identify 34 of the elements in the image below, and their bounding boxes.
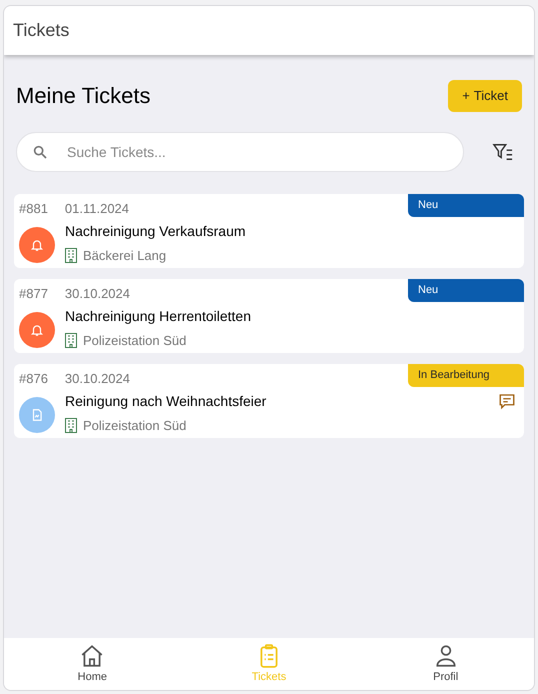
nav-tab[interactable]: Profil (396, 638, 496, 690)
page-heading: Meine Tickets (16, 82, 150, 110)
ticket-date: 01.11.2024 (64, 200, 130, 218)
ticket-date: 30.10.2024 (64, 285, 130, 303)
app-bar-title: Tickets (13, 19, 70, 42)
bell-icon (19, 312, 55, 348)
search-field[interactable]: Suche Tickets... (16, 132, 464, 172)
ticket-number: #877 (19, 285, 48, 303)
add-ticket-button[interactable]: + Ticket (448, 80, 522, 112)
status-badge: Neu (408, 194, 524, 217)
ticket-title: Nachreinigung Verkaufsraum (65, 222, 246, 241)
ticket-location: Polizeistation Süd (83, 332, 186, 350)
ticket-number: #881 (19, 200, 48, 218)
filter-icon[interactable] (492, 142, 514, 162)
ticket-card[interactable]: #876 30.10.2024 In Bearbeitung Reinigung nach Weihnachtsfeier Polizeistation Süd (14, 364, 524, 438)
bell-icon (19, 226, 55, 262)
ticket-card[interactable]: #877 30.10.2024 Neu Nachreinigung Herrentoiletten Polizeistation Süd (14, 279, 524, 353)
ticket-location: Polizeistation Süd (83, 416, 186, 434)
status-badge: In Bearbeitung (408, 364, 524, 387)
ticket-card[interactable]: #881 01.11.2024 Neu Nachreinigung Verkaufsraum Bäckerei Lang (14, 194, 524, 268)
ticket-number: #876 (19, 370, 48, 388)
comment-icon[interactable] (498, 392, 516, 410)
ticket-date: 30.10.2024 (64, 370, 130, 388)
building-icon (65, 332, 77, 348)
document-icon (19, 396, 55, 432)
building-icon (65, 418, 77, 433)
search-icon (32, 144, 48, 160)
nav-tab[interactable]: Home (42, 638, 142, 690)
building-icon (65, 248, 77, 263)
ticket-title: Nachreinigung Herrentoiletten (65, 306, 251, 326)
ticket-location: Bäckerei Lang (83, 246, 166, 265)
status-badge: Neu (408, 279, 524, 302)
ticket-title: Reinigung nach Weihnachtsfeier (65, 392, 266, 411)
home-icon (79, 642, 106, 669)
